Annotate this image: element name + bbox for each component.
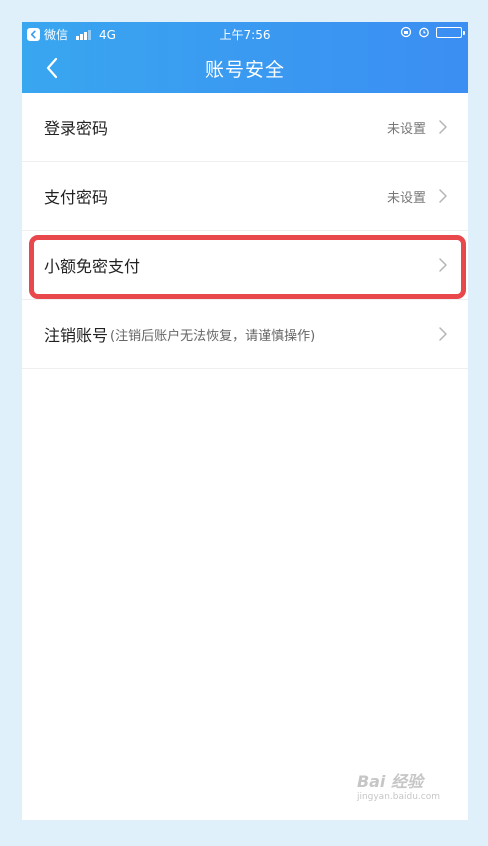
watermark-url: jingyan.baidu.com [356, 792, 440, 802]
row-hint: (注销后账户无法恢复，请谨慎操作) [110, 328, 316, 344]
row-value: 未设置 [386, 121, 426, 137]
page-title: 账号安全 [204, 59, 285, 81]
row-payment-password[interactable]: 支付密码 未设置 [22, 162, 468, 231]
settings-list: 登录密码 未设置 支付密码 未设置 小额免密支付 注销账号 (注销后账户无法恢复… [22, 93, 468, 369]
phone-screen: 微信 4G 上午7:56 账号安全 登录密码 未设置 支付密码 未设置 小额免密… [22, 22, 468, 820]
status-bar-right [400, 26, 465, 38]
row-label: 支付密码 [44, 188, 109, 207]
header: 微信 4G 上午7:56 账号安全 [22, 22, 468, 93]
chevron-right-icon [439, 327, 447, 341]
chevron-right-icon [439, 189, 447, 203]
chevron-right-icon [439, 120, 447, 134]
row-login-password[interactable]: 登录密码 未设置 [22, 93, 468, 162]
row-small-amount-password-free[interactable]: 小额免密支付 [22, 231, 468, 300]
alarm-icon [419, 27, 429, 38]
watermark: Bai 经验 jingyan.baidu.com [357, 768, 440, 802]
navbar: 账号安全 [22, 44, 468, 93]
chevron-right-icon [439, 258, 447, 272]
status-bar: 微信 4G 上午7:56 [22, 22, 468, 44]
row-label: 小额免密支付 [44, 257, 141, 276]
orientation-lock-icon [400, 26, 412, 38]
row-label: 登录密码 [44, 119, 109, 138]
battery-icon [436, 26, 465, 38]
row-value: 未设置 [386, 190, 426, 206]
watermark-brand: Bai 经验 [356, 772, 423, 791]
row-label: 注销账号 [44, 326, 109, 345]
row-cancel-account[interactable]: 注销账号 (注销后账户无法恢复，请谨慎操作) [22, 300, 468, 369]
